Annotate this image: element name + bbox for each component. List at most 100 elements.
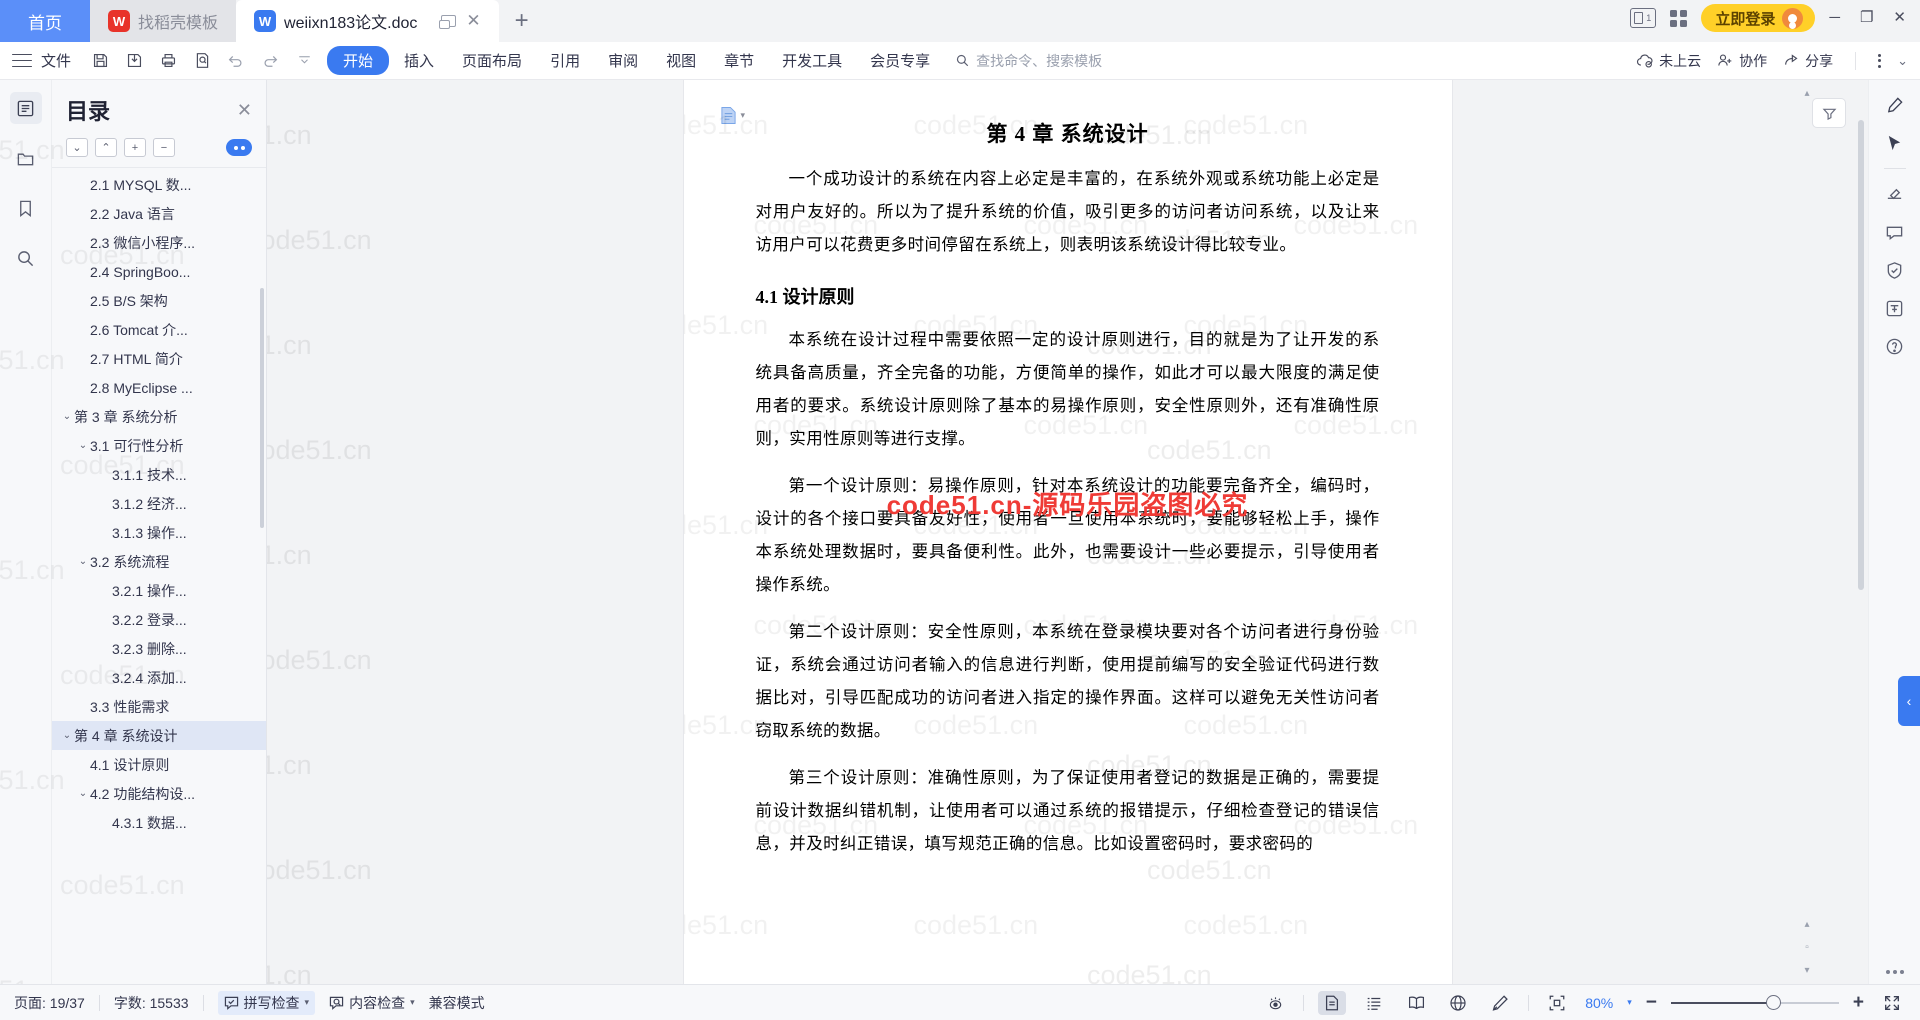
pen-tool-icon[interactable] (1878, 88, 1912, 122)
toc-item[interactable]: 2.4 SpringBoo... (52, 257, 266, 286)
toc-item[interactable]: 2.8 MyEclipse ... (52, 373, 266, 402)
tab-section[interactable]: 章节 (711, 46, 767, 75)
collapse-right-panel-button[interactable]: ‹ (1898, 676, 1920, 726)
minimize-icon[interactable]: ─ (1829, 9, 1840, 26)
toc-item[interactable]: ⌄ 第 4 章 系统设计 (52, 721, 266, 750)
help-icon[interactable] (1878, 329, 1912, 363)
collapse-ribbon-icon[interactable]: ⌄ (1897, 53, 1908, 69)
eye-icon[interactable] (1261, 991, 1289, 1015)
login-button[interactable]: 立即登录 (1701, 4, 1816, 32)
select-browse-object-icon[interactable]: ▫ (1805, 942, 1809, 953)
chevron-down-icon[interactable]: ⌄ (76, 440, 90, 451)
toc-item[interactable]: 3.1.1 技术... (52, 460, 266, 489)
toc-expand-all-button[interactable]: + (124, 138, 146, 157)
chevron-down-icon[interactable]: ▾ (410, 997, 415, 1008)
menu-hamburger-icon[interactable] (12, 53, 32, 68)
document-options-button[interactable] (1812, 98, 1846, 128)
chevron-down-icon[interactable]: ▾ (741, 110, 746, 121)
file-menu-button[interactable]: 文件 (41, 50, 71, 71)
content-check-button[interactable]: 内容检查 ▾ (329, 993, 415, 1013)
toc-item[interactable]: 3.2.1 操作... (52, 576, 266, 605)
share-button[interactable]: 分享 (1783, 51, 1833, 71)
page-indicator[interactable]: 页面: 19/37 (14, 993, 85, 1013)
reading-view-icon[interactable] (1402, 991, 1430, 1015)
print-icon[interactable] (153, 47, 183, 75)
toc-scrollbar[interactable] (260, 288, 264, 528)
document-scrollbar[interactable] (1858, 120, 1864, 590)
zoom-slider[interactable] (1670, 994, 1839, 1010)
more-options-icon[interactable] (1878, 53, 1882, 68)
toc-item[interactable]: 2.1 MYSQL 数... (52, 170, 266, 199)
cloud-status-button[interactable]: 未上云 (1636, 51, 1701, 71)
spell-check-button[interactable]: 拼写检查 ▾ (217, 990, 316, 1015)
tab-insert[interactable]: 插入 (391, 46, 447, 75)
toc-item[interactable]: 2.6 Tomcat 介... (52, 315, 266, 344)
document-area[interactable]: code51.cn code51.cn code51.cn code51.cn code… (267, 80, 1868, 984)
restore-window-icon[interactable] (439, 15, 457, 29)
word-count[interactable]: 字数: 15533 (114, 993, 189, 1013)
undo-icon[interactable] (221, 47, 251, 75)
tab-start[interactable]: 开始 (327, 46, 390, 75)
zoom-in-button[interactable]: + (1853, 992, 1864, 1014)
outline-panel-icon[interactable] (9, 92, 42, 124)
tab-home[interactable]: 首页 (0, 0, 90, 42)
toc-preview-toggle[interactable] (226, 139, 252, 156)
chevron-down-icon[interactable]: ▾ (1627, 997, 1632, 1008)
folder-panel-icon[interactable] (10, 142, 42, 174)
toc-item[interactable]: ⌄ 4.2 功能结构设... (52, 779, 266, 808)
zoom-out-button[interactable]: − (1646, 992, 1657, 1014)
split-view-icon[interactable] (1630, 8, 1657, 28)
prev-page-icon[interactable]: ▴ (1804, 919, 1809, 930)
toc-item[interactable]: 3.1.3 操作... (52, 518, 266, 547)
toc-expand-down-button[interactable]: ⌄ (66, 138, 88, 157)
toc-item[interactable]: 3.3 性能需求 (52, 692, 266, 721)
toc-item[interactable]: ⌄ 3.1 可行性分析 (52, 431, 266, 460)
web-view-icon[interactable] (1444, 991, 1472, 1015)
translate-icon[interactable] (1878, 291, 1912, 325)
chevron-down-icon[interactable]: ⌄ (60, 730, 74, 741)
tab-view[interactable]: 视图 (653, 46, 709, 75)
cursor-select-icon[interactable] (1878, 126, 1912, 160)
apps-grid-icon[interactable] (1670, 9, 1688, 27)
tab-page-layout[interactable]: 页面布局 (449, 46, 535, 75)
document-page[interactable]: code51.cncode51.cncode51.cncode51.cncode… (683, 80, 1452, 984)
rail-more-icon[interactable] (1885, 970, 1904, 974)
zoom-slider-knob[interactable] (1765, 994, 1781, 1010)
collaborate-button[interactable]: 协作 (1717, 51, 1767, 71)
shield-check-icon[interactable] (1878, 253, 1912, 287)
toc-item[interactable]: ⌄ 第 3 章 系统分析 (52, 402, 266, 431)
chat-comment-icon[interactable] (1878, 215, 1912, 249)
close-toc-icon[interactable]: ✕ (237, 100, 252, 121)
maximize-icon[interactable]: ❐ (1860, 8, 1873, 26)
fullscreen-icon[interactable] (1878, 991, 1906, 1015)
zoom-level-label[interactable]: 80% (1585, 995, 1613, 1011)
chevron-down-icon[interactable]: ⌄ (76, 788, 90, 799)
toc-item[interactable]: 4.3.1 数据... (52, 808, 266, 837)
toc-item[interactable]: 2.7 HTML 简介 (52, 344, 266, 373)
toc-item[interactable]: 3.1.2 经济... (52, 489, 266, 518)
edit-mode-icon[interactable] (1486, 991, 1514, 1015)
toc-item[interactable]: 3.2.2 登录... (52, 605, 266, 634)
tab-member-exclusive[interactable]: 会员专享 (857, 46, 943, 75)
bookmark-panel-icon[interactable] (10, 192, 42, 224)
new-tab-button[interactable]: + (499, 0, 545, 42)
customize-quick-access-icon[interactable] (289, 47, 319, 75)
zoom-slider-track[interactable] (1670, 994, 1839, 1010)
chevron-down-icon[interactable]: ⌄ (60, 411, 74, 422)
next-page-icon[interactable]: ▾ (1804, 965, 1809, 976)
toc-item[interactable]: 2.5 B/S 架构 (52, 286, 266, 315)
tab-references[interactable]: 引用 (537, 46, 593, 75)
scroll-up-icon[interactable]: ▴ (1804, 88, 1809, 99)
tab-template-store[interactable]: W 找稻壳模板 (90, 0, 237, 42)
page-view-icon[interactable] (1318, 990, 1347, 1015)
save-icon[interactable] (85, 47, 115, 75)
chevron-down-icon[interactable]: ⌄ (76, 556, 90, 567)
search-panel-icon[interactable] (10, 242, 42, 274)
compat-mode-label[interactable]: 兼容模式 (429, 993, 485, 1013)
fit-page-icon[interactable] (1543, 991, 1571, 1015)
toc-item-list[interactable]: 2.1 MYSQL 数... 2.2 Java 语言 2.3 微信小程序... 2.4… (52, 167, 266, 984)
chevron-down-icon[interactable]: ▾ (305, 997, 310, 1008)
toc-collapse-up-button[interactable]: ⌃ (95, 138, 117, 157)
search-box[interactable]: 查找命令、搜索模板 (955, 51, 1102, 71)
paragraph-marker-icon[interactable]: ▾ (720, 106, 746, 125)
